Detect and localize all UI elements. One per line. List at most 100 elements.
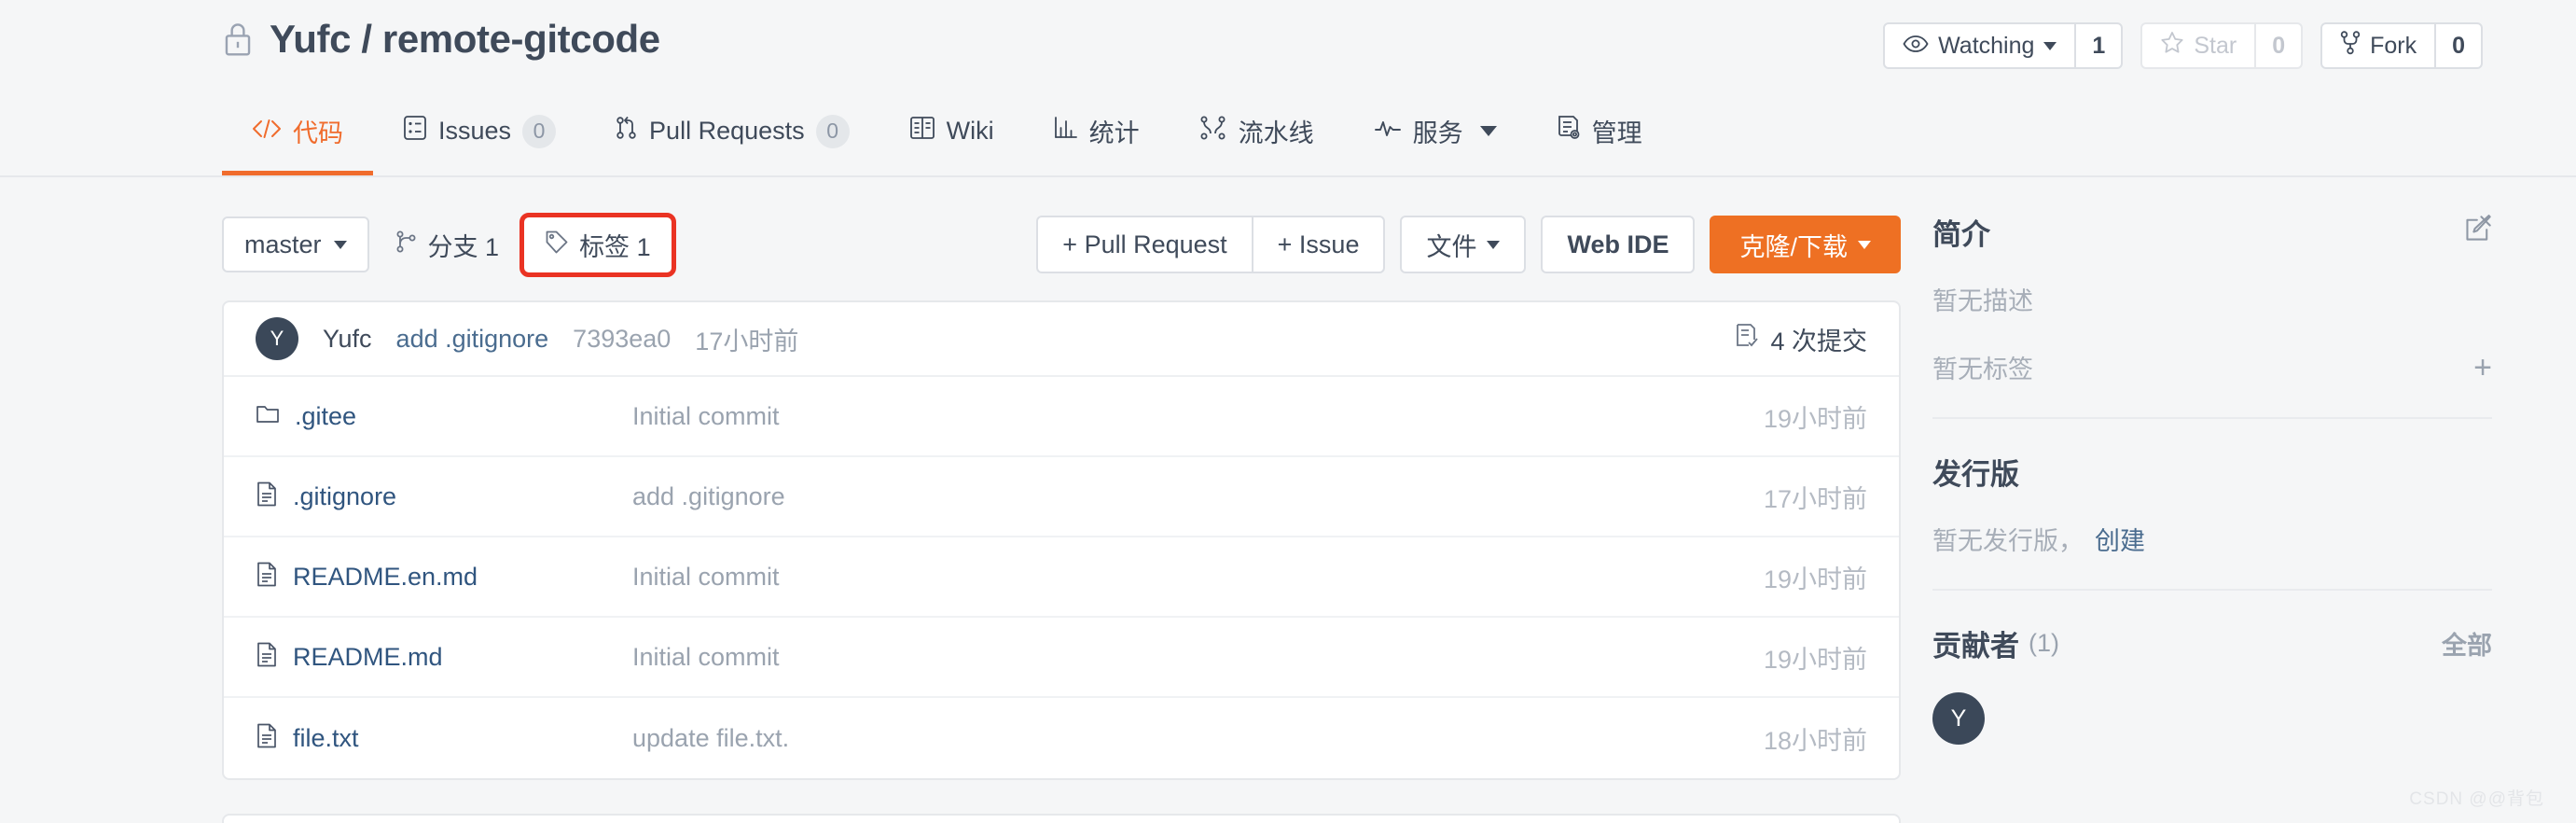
chevron-down-icon (1487, 241, 1500, 249)
tab-pull-requests[interactable]: Pull Requests 0 (586, 87, 879, 175)
service-icon (1374, 117, 1402, 146)
pipeline-icon (1199, 116, 1227, 146)
tab-manage-label: 管理 (1592, 113, 1642, 149)
file-time: 19小时前 (1764, 639, 1867, 676)
issues-icon (403, 115, 427, 147)
chart-icon (1054, 116, 1078, 146)
releases-section: 发行版 暂无发行版， 创建 (1932, 451, 2492, 557)
tab-manage[interactable]: 管理 (1527, 87, 1672, 175)
tab-wiki[interactable]: Wiki (879, 87, 1024, 175)
plus-icon[interactable]: + (2473, 352, 2492, 384)
about-description-row: 暂无描述 (1932, 281, 2492, 317)
file-icon (256, 481, 278, 511)
commit-author[interactable]: Yufc (323, 325, 372, 354)
latest-commit-bar: Y Yufc add .gitignore 7393ea0 17小时前 (224, 302, 1899, 377)
lock-icon (222, 21, 254, 58)
star-count[interactable]: 0 (2254, 24, 2301, 67)
watching-main[interactable]: Watching (1885, 24, 2074, 67)
file-name[interactable]: file.txt (293, 724, 359, 753)
releases-title: 发行版 (1932, 451, 2019, 493)
create-group: + Pull Request + Issue (1036, 216, 1385, 273)
star-main[interactable]: Star (2142, 24, 2254, 67)
file-name[interactable]: README.en.md (293, 563, 478, 592)
tab-issues[interactable]: Issues 0 (373, 87, 586, 175)
file-time: 19小时前 (1764, 398, 1867, 435)
tab-wiki-label: Wiki (947, 117, 994, 146)
commit-count-link[interactable]: 4 次提交 (1735, 321, 1867, 357)
releases-empty-row: 暂无发行版， 创建 (1932, 521, 2492, 557)
repo-title-row: Yufc / remote-gitcode (222, 17, 660, 62)
sidebar-divider (1932, 589, 2492, 591)
file-icon (256, 642, 278, 672)
commits-icon (1735, 323, 1759, 356)
tab-services-label: 服务 (1413, 113, 1463, 149)
tags-label: 标签 1 (579, 227, 651, 263)
wiki-icon (909, 116, 935, 146)
tab-pipeline-label: 流水线 (1239, 113, 1314, 149)
tab-code[interactable]: 代码 (222, 87, 373, 175)
star-button[interactable]: Star 0 (2140, 22, 2303, 69)
branch-selector-label: master (244, 230, 322, 259)
fork-count[interactable]: 0 (2434, 24, 2481, 67)
fork-icon (2340, 31, 2361, 62)
page-title: Yufc / remote-gitcode (270, 17, 660, 62)
new-pull-request-button[interactable]: + Pull Request (1038, 217, 1251, 272)
file-icon (256, 562, 278, 592)
fork-label: Fork (2370, 33, 2417, 60)
folder-icon (256, 404, 280, 429)
watching-button[interactable]: Watching 1 (1883, 22, 2123, 69)
avatar[interactable]: Y (1932, 692, 1985, 745)
chevron-down-icon (1480, 126, 1497, 136)
watching-label: Watching (1938, 33, 2034, 60)
file-name[interactable]: .gitee (295, 402, 356, 431)
commit-message[interactable]: add .gitignore (396, 325, 549, 354)
contributors-count: (1) (2029, 629, 2059, 658)
file-time: 18小时前 (1764, 720, 1867, 757)
branches-label: 分支 1 (428, 227, 500, 263)
contributors-avatars: Y (1932, 692, 2492, 745)
nav-tabs: 代码 Issues 0 (222, 87, 1672, 175)
table-row[interactable]: .gitignore add .gitignore 17小时前 (224, 457, 1899, 537)
create-release-link[interactable]: 创建 (2095, 521, 2145, 557)
header-actions: Watching 1 Star 0 (1883, 22, 2483, 69)
file-icon (256, 723, 278, 753)
file-name[interactable]: README.md (293, 643, 443, 672)
tab-statistics[interactable]: 统计 (1024, 87, 1170, 175)
tags-link[interactable]: 标签 1 (519, 213, 676, 277)
files-dropdown-button[interactable]: 文件 (1400, 216, 1526, 273)
chevron-down-icon (1858, 241, 1871, 249)
commit-count-label: 4 次提交 (1770, 321, 1867, 357)
file-time: 17小时前 (1764, 479, 1867, 515)
sidebar: 简介 暂无描述 暂无标签 + (1932, 211, 2492, 776)
table-row[interactable]: .gitee Initial commit 19小时前 (224, 377, 1899, 457)
clone-download-button[interactable]: 克隆/下载 (1710, 216, 1901, 273)
file-name-cell: file.txt (256, 723, 632, 753)
repo-header: Yufc / remote-gitcode Watching 1 (0, 0, 2576, 177)
web-ide-button[interactable]: Web IDE (1541, 216, 1695, 273)
tab-issues-badge: 0 (522, 115, 556, 148)
table-row[interactable]: file.txt update file.txt. 18小时前 (224, 698, 1899, 778)
edit-icon[interactable] (2464, 215, 2492, 249)
branch-selector[interactable]: master (222, 216, 369, 272)
commit-sha[interactable]: 7393ea0 (573, 325, 671, 354)
readme-panel: README.md (222, 814, 1901, 823)
branches-link[interactable]: 分支 1 (395, 227, 500, 263)
table-row[interactable]: README.en.md Initial commit 19小时前 (224, 537, 1899, 618)
watching-count[interactable]: 1 (2074, 24, 2121, 67)
tab-code-label: 代码 (293, 113, 343, 149)
fork-main[interactable]: Fork (2322, 24, 2434, 67)
contributors-all-link[interactable]: 全部 (2442, 625, 2492, 662)
fork-button[interactable]: Fork 0 (2320, 22, 2483, 69)
file-name-cell: README.md (256, 642, 632, 672)
repo-toolbar: master 分支 1 (222, 216, 1901, 272)
tab-services[interactable]: 服务 (1344, 87, 1527, 175)
file-name[interactable]: .gitignore (293, 482, 396, 511)
new-issue-button[interactable]: + Issue (1252, 217, 1384, 272)
file-commit-message: add .gitignore (632, 482, 1764, 511)
about-header: 简介 (1932, 211, 2492, 253)
about-tags: 暂无标签 (1932, 349, 2033, 385)
tab-pipeline[interactable]: 流水线 (1170, 87, 1344, 175)
chevron-down-icon (334, 241, 347, 249)
file-commit-message: update file.txt. (632, 724, 1764, 753)
table-row[interactable]: README.md Initial commit 19小时前 (224, 618, 1899, 698)
